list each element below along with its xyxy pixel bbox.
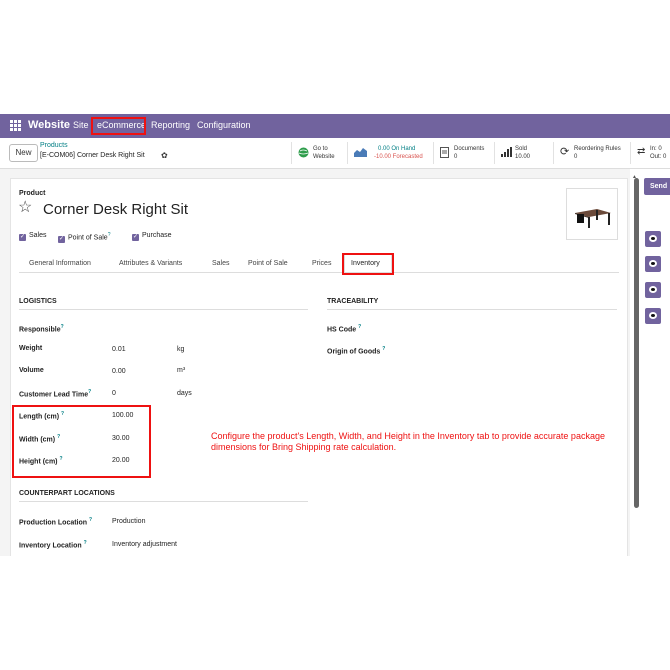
- follower-avatar[interactable]: [645, 231, 661, 247]
- counterpart-divider: [19, 501, 308, 502]
- follower-avatar[interactable]: [645, 282, 661, 298]
- follower-avatar[interactable]: [645, 308, 661, 324]
- production-location-field[interactable]: Production: [112, 518, 145, 525]
- document-icon: [440, 147, 449, 158]
- tab-sales[interactable]: Sales: [212, 260, 230, 267]
- production-location-label: Production Location ?: [19, 517, 93, 527]
- goto-website-button[interactable]: Go to Website: [291, 142, 348, 164]
- menu-reporting[interactable]: Reporting: [151, 120, 190, 130]
- star-icon[interactable]: ☆: [18, 197, 32, 217]
- customer-lead-time-field[interactable]: 0: [112, 390, 116, 397]
- volume-field[interactable]: 0.00: [112, 368, 126, 375]
- menu-site[interactable]: Site: [73, 120, 89, 130]
- weight-unit: kg: [177, 346, 185, 353]
- traceability-heading: TRACEABILITY: [327, 298, 379, 305]
- tab-general-information[interactable]: General Information: [29, 260, 91, 267]
- inventory-location-label: Inventory Location ?: [19, 540, 87, 550]
- top-navbar: Website Site eCommerce Reporting Configu…: [0, 114, 670, 138]
- app-window: Website Site eCommerce Reporting Configu…: [0, 114, 670, 556]
- send-message-button[interactable]: Send: [644, 178, 670, 195]
- onhand-button[interactable]: 0.00 On Hand -10.00 Forecasted: [347, 142, 433, 164]
- sold-button[interactable]: Sold 10.00: [494, 142, 553, 164]
- breadcrumb-products[interactable]: Products: [40, 142, 68, 149]
- dimensions-highlight: [12, 405, 151, 478]
- tab-prices[interactable]: Prices: [312, 260, 331, 267]
- inventory-location-field[interactable]: Inventory adjustment: [112, 541, 177, 548]
- checkbox-purchase[interactable]: ✓ Purchase: [132, 232, 172, 241]
- tab-point-of-sale[interactable]: Point of Sale: [248, 260, 288, 267]
- counterpart-locations-heading: COUNTERPART LOCATIONS: [19, 490, 115, 497]
- follower-avatar[interactable]: [645, 256, 661, 272]
- weight-label: Weight: [19, 345, 43, 352]
- globe-icon: [298, 147, 309, 158]
- traceability-divider: [327, 309, 617, 310]
- app-name[interactable]: Website: [28, 119, 70, 131]
- annotation-text: Configure the product's Length, Width, a…: [211, 431, 605, 452]
- product-image[interactable]: [566, 188, 618, 240]
- responsible-label: Responsible?: [19, 324, 64, 334]
- desk-image: [575, 209, 611, 228]
- refresh-icon: ⟳: [560, 146, 570, 158]
- volume-label: Volume: [19, 367, 44, 374]
- weight-field[interactable]: 0.01: [112, 346, 126, 353]
- scrollbar[interactable]: [634, 178, 639, 508]
- tab-divider: [19, 272, 619, 273]
- new-button[interactable]: New: [9, 144, 38, 162]
- area-chart-icon: [354, 148, 367, 157]
- check-icon: ✓: [19, 234, 26, 241]
- check-icon: ✓: [58, 236, 65, 244]
- exchange-icon: ⇄: [637, 146, 646, 157]
- documents-button[interactable]: Documents 0: [433, 142, 495, 164]
- bar-chart-icon: [501, 147, 512, 157]
- product-title[interactable]: Corner Desk Right Sit: [43, 201, 188, 218]
- logistics-divider: [19, 309, 308, 310]
- customer-lead-time-label: Customer Lead Time?: [19, 389, 92, 399]
- inventory-tab-highlight: [342, 253, 394, 275]
- hs-code-label: HS Code ?: [327, 324, 362, 334]
- reordering-rules-button[interactable]: ⟳ Reordering Rules 0: [553, 142, 630, 164]
- tab-attributes-variants[interactable]: Attributes & Variants: [119, 260, 182, 267]
- breadcrumb-current: [E-COM06] Corner Desk Right Sit: [40, 152, 145, 159]
- ecommerce-highlight: [91, 117, 146, 135]
- in-out-button[interactable]: ⇄ In: 0 Out: 0: [630, 142, 670, 164]
- volume-unit: m³: [177, 367, 186, 374]
- gear-icon[interactable]: ✿: [161, 151, 168, 160]
- customer-lead-time-unit: days: [177, 390, 192, 397]
- logistics-heading: LOGISTICS: [19, 298, 57, 305]
- origin-of-goods-label: Origin of Goods ?: [327, 346, 386, 356]
- checkbox-point-of-sale[interactable]: ✓ Point of Sale?: [58, 232, 110, 244]
- check-icon: ✓: [132, 234, 139, 241]
- checkbox-sales[interactable]: ✓ Sales: [19, 232, 47, 241]
- menu-configuration[interactable]: Configuration: [197, 120, 251, 130]
- apps-menu-icon[interactable]: [10, 120, 21, 131]
- product-label: Product: [19, 190, 46, 197]
- control-panel: New Products [E-COM06] Corner Desk Right…: [0, 138, 670, 169]
